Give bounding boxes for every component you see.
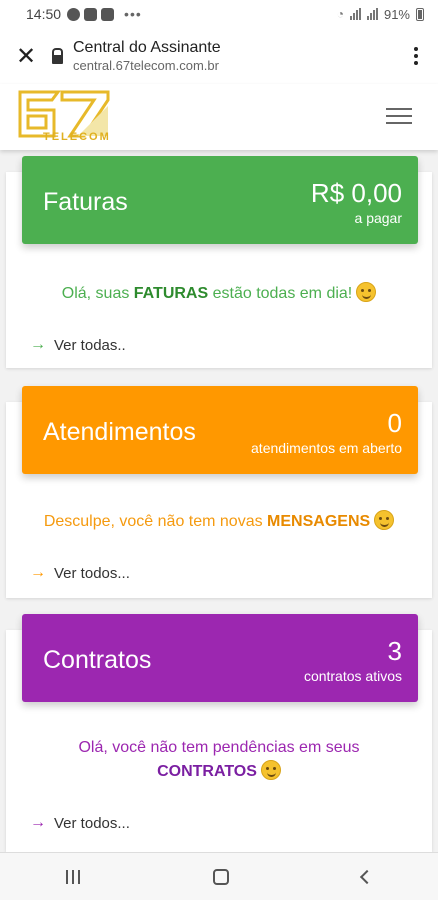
atendimentos-value: 0 (387, 408, 402, 438)
faturas-msg-strong: FATURAS (133, 285, 209, 302)
atendimentos-link-label: Ver todos... (54, 564, 130, 582)
atendimentos-msg-strong: MENSAGENS (267, 513, 371, 530)
status-right: ◔ 91% (337, 7, 424, 22)
site-header: TELECOM (0, 84, 438, 150)
atendimentos-msg-before: Desculpe, você não tem novas (43, 513, 268, 530)
recent-apps-icon[interactable] (66, 869, 81, 884)
faturas-msg-before: Olá, suas (61, 285, 134, 302)
arrow-right-icon: → (30, 814, 46, 831)
browser-toolbar: ✕ Central do Assinante central.67telecom… (0, 28, 438, 84)
lock-icon[interactable] (52, 47, 63, 64)
atendimentos-header[interactable]: Atendimentos 0 atendimentos em aberto (22, 386, 418, 474)
signal-icon (349, 8, 361, 20)
contratos-link-label: Ver todos... (54, 814, 130, 832)
faturas-link-label: Ver todas.. (54, 336, 126, 354)
close-icon[interactable]: ✕ (0, 28, 52, 84)
atendimentos-card: Atendimentos 0 atendimentos em aberto De… (6, 386, 432, 598)
url-block[interactable]: Central do Assinante central.67telecom.c… (73, 38, 394, 74)
faturas-msg-after: estão todas em dia! (208, 285, 353, 302)
contratos-msg-before: Olá, você não tem pendências em seus (78, 739, 360, 756)
atendimentos-title: Atendimentos (43, 418, 196, 446)
contratos-message: Olá, você não tem pendências em seus CON… (6, 736, 432, 784)
url-text: central.67telecom.com.br (73, 58, 219, 73)
contratos-header[interactable]: Contratos 3 contratos ativos (22, 614, 418, 702)
back-icon[interactable] (359, 869, 374, 884)
youtube-icon (84, 7, 98, 21)
system-nav-bar (0, 852, 438, 900)
menu-icon[interactable] (394, 47, 438, 65)
grin-emoji-icon (260, 760, 281, 780)
logo-text: TELECOM (43, 131, 111, 143)
gallery-icon (101, 7, 115, 21)
page-title: Central do Assinante (73, 39, 221, 56)
faturas-value: R$ 0,00 (310, 178, 402, 208)
contratos-value: 3 (387, 636, 402, 666)
arrow-right-icon: → (30, 336, 46, 353)
status-bar: 14:50 ••• ◔ 91% (0, 0, 438, 28)
notification-icons (67, 7, 115, 21)
signal-icon-2 (366, 8, 378, 20)
atendimentos-message: Desculpe, você não tem novas MENSAGENS (6, 510, 432, 534)
faturas-card: Faturas R$ 0,00 a pagar Olá, suas FATURA… (6, 156, 432, 368)
atendimentos-ver-todos-link[interactable]: → Ver todos... (30, 564, 130, 582)
contratos-sub: contratos ativos (303, 668, 402, 684)
wink-emoji-icon (356, 282, 377, 302)
contratos-title: Contratos (43, 646, 152, 674)
faturas-sub: a pagar (354, 210, 402, 226)
more-notifications-icon: ••• (124, 6, 142, 22)
hamburger-menu-icon[interactable] (386, 108, 412, 124)
faturas-title: Faturas (43, 188, 128, 216)
status-time: 14:50 (26, 6, 62, 22)
faturas-header[interactable]: Faturas R$ 0,00 a pagar (22, 156, 418, 244)
whatsapp-icon (67, 7, 81, 21)
arrow-right-icon: → (30, 564, 46, 581)
battery-icon (416, 7, 424, 21)
atendimentos-sub: atendimentos em aberto (251, 440, 402, 456)
contratos-card: Contratos 3 contratos ativos Olá, você n… (6, 614, 432, 852)
contratos-msg-strong: CONTRATOS (157, 763, 257, 780)
smile-emoji-icon (374, 510, 395, 530)
wifi-icon: ◔ (336, 7, 344, 21)
faturas-message: Olá, suas FATURAS estão todas em dia! (6, 282, 432, 306)
home-icon[interactable] (212, 868, 229, 885)
battery-percent: 91% (383, 6, 410, 22)
contratos-ver-todos-link[interactable]: → Ver todos... (30, 814, 130, 832)
faturas-ver-todas-link[interactable]: → Ver todas.. (30, 336, 126, 354)
